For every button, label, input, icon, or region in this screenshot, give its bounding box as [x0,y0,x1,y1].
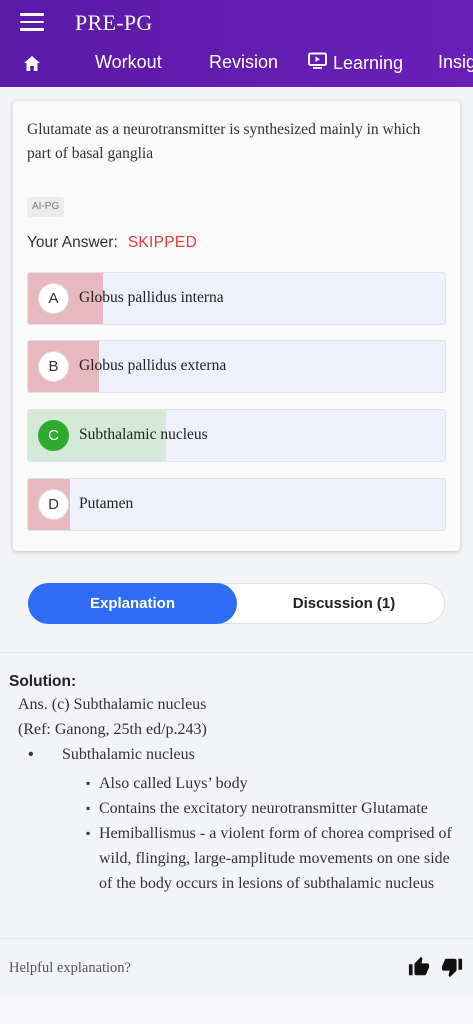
nav-revision[interactable]: Revision [209,52,278,73]
option-d[interactable]: D Putamen [27,478,446,531]
nav-workout[interactable]: Workout [95,52,162,73]
option-c-text: Subthalamic nucleus [79,426,208,443]
your-answer-label: Your Answer: [27,234,118,251]
solution-label: Solution: [9,673,77,690]
your-answer: Your Answer: SKIPPED [27,234,197,252]
option-d-text: Putamen [79,495,134,512]
option-b-letter: B [38,351,69,382]
tab-discussion[interactable]: Discussion (1) [244,583,444,624]
option-d-letter: D [38,489,69,520]
sub-item: Contains the excitatory neurotransmitter… [86,796,466,821]
helpful-prompt: Helpful explanation? [9,960,131,976]
menu-icon[interactable] [20,13,44,33]
nav-insights[interactable]: Insig [438,52,473,73]
option-a[interactable]: A Globus pallidus interna [27,272,446,325]
option-c[interactable]: C Subthalamic nucleus [27,409,446,462]
answer-status: SKIPPED [127,234,198,251]
home-icon[interactable] [23,55,41,72]
thumbs-down-icon[interactable] [441,956,465,980]
app-header: PRE-PG Workout Revision Learning Insig [0,0,473,87]
tab-explanation[interactable]: Explanation [28,583,237,624]
question-card: Glutamate as a neurotransmitter is synth… [13,101,460,551]
solution-reference: (Ref: Ganong, 25th ed/p.243) [18,721,207,738]
nav-bar: Workout Revision Learning Insig [0,46,473,84]
option-b-text: Globus pallidus externa [79,357,227,374]
option-b[interactable]: B Globus pallidus externa [27,340,446,393]
divider [0,652,473,653]
app-title: PRE-PG [75,10,153,35]
option-c-letter: C [38,420,69,451]
tv-icon [308,52,327,74]
solution-sub-list: Also called Luys’ body Contains the exci… [86,771,466,896]
nav-learning[interactable]: Learning [308,52,403,74]
question-text: Glutamate as a neurotransmitter is synth… [27,121,421,162]
solution-bullet: Subthalamic nucleus [62,746,195,763]
question-tag: AI-PG [27,197,65,217]
solution-answer: Ans. (c) Subthalamic nucleus [18,696,207,713]
option-a-text: Globus pallidus interna [79,289,224,306]
option-a-letter: A [38,283,69,314]
explanation-tabs: Explanation Discussion (1) [28,583,445,624]
sub-item: Hemiballismus - a violent form of chorea… [86,821,466,896]
thumbs-up-icon[interactable] [408,956,432,980]
bullet-dot: • [28,746,34,763]
bottom-area [0,997,473,1024]
nav-learning-label: Learning [333,52,404,73]
sub-item: Also called Luys’ body [86,771,466,796]
